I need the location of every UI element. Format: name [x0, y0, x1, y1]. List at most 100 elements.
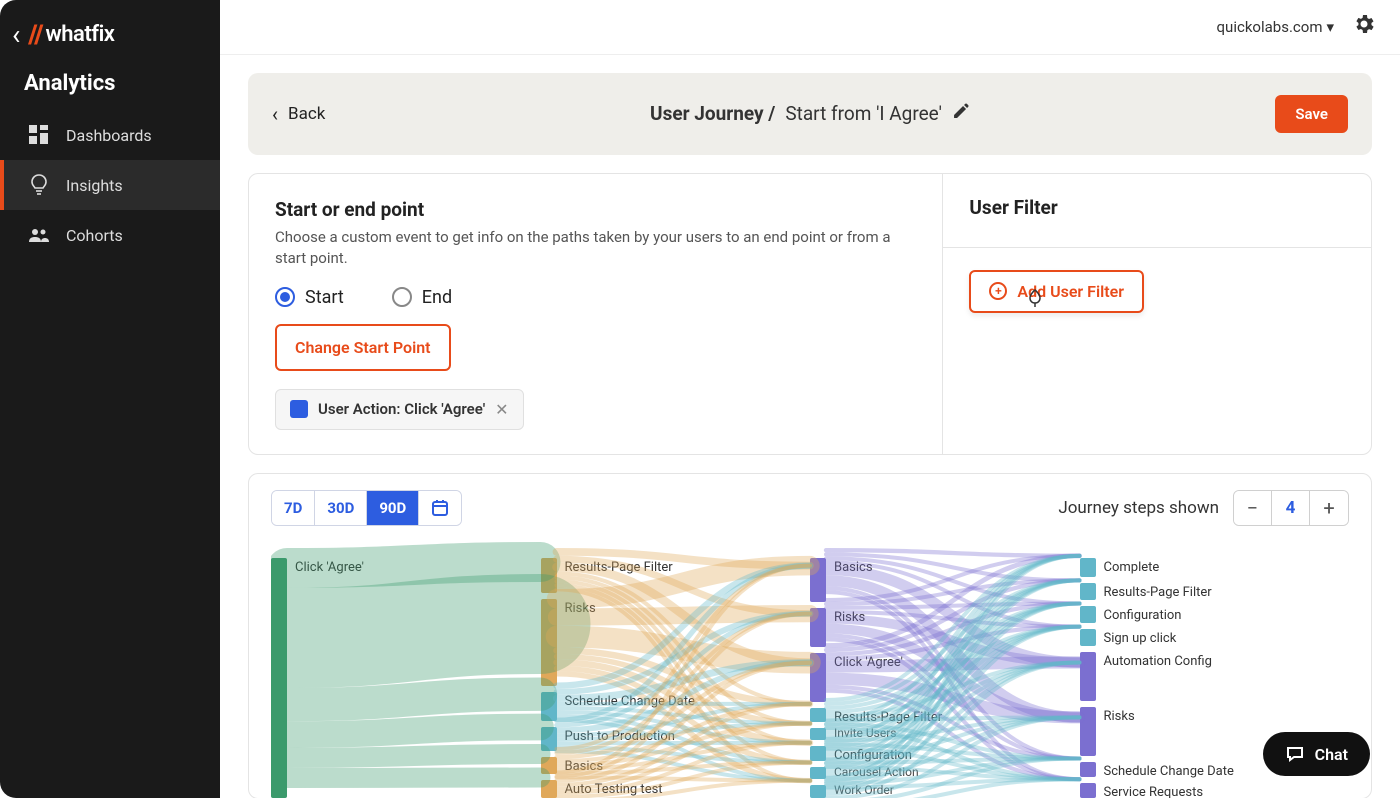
- plus-circle-icon: +: [989, 282, 1007, 300]
- logo-mark-icon: //: [28, 20, 43, 50]
- sankey-node-label: Complete: [1104, 560, 1160, 575]
- start-end-title: Start or end point: [275, 198, 916, 221]
- sankey-node[interactable]: [1080, 762, 1096, 777]
- sidebar-header: ‹ // whatfix: [0, 0, 220, 71]
- sankey-node-label: Schedule Change Date: [565, 694, 695, 709]
- range-30d[interactable]: 30D: [315, 491, 367, 525]
- page-header: ‹ Back User Journey / Start from 'I Agre…: [248, 73, 1372, 155]
- sankey-node-label: Schedule Change Date: [1104, 764, 1234, 779]
- sankey-node[interactable]: [541, 692, 557, 721]
- sidebar-item-insights[interactable]: Insights: [0, 160, 220, 210]
- sankey-node-label: Push to Production: [565, 729, 675, 744]
- add-user-filter-button[interactable]: + Add User Filter: [969, 270, 1144, 313]
- sankey-node-label: Configuration: [1104, 608, 1182, 623]
- content: ‹ Back User Journey / Start from 'I Agre…: [220, 55, 1400, 798]
- sankey-node[interactable]: [1080, 652, 1096, 701]
- sankey-node[interactable]: [541, 757, 557, 775]
- range-7d[interactable]: 7D: [272, 491, 315, 525]
- sankey-node[interactable]: [810, 728, 826, 740]
- event-chip[interactable]: User Action: Click 'Agree' ✕: [275, 389, 524, 430]
- steps-stepper: − 4 +: [1233, 490, 1349, 526]
- domain-selector[interactable]: quickolabs.com ▾: [1217, 18, 1334, 36]
- sankey-column: Click 'Agree': [271, 548, 541, 798]
- sankey-column: BasicsRisksClick 'Agree'Results-Page Fil…: [810, 548, 1080, 798]
- sankey-node[interactable]: [541, 780, 557, 798]
- sankey-node[interactable]: [810, 558, 826, 602]
- config-row: Start or end point Choose a custom event…: [248, 173, 1372, 455]
- sankey-node[interactable]: [810, 746, 826, 761]
- start-end-panel: Start or end point Choose a custom event…: [249, 174, 943, 454]
- main: quickolabs.com ▾ ‹ Back User Journey / S…: [220, 0, 1400, 798]
- steps-decrement[interactable]: −: [1234, 491, 1272, 525]
- user-filter-body: + Add User Filter: [943, 248, 1371, 454]
- domain-label: quickolabs.com: [1217, 18, 1323, 36]
- chevron-left-icon: ‹: [272, 102, 278, 126]
- chat-widget[interactable]: Chat: [1263, 732, 1370, 776]
- cursor-icon: [1027, 288, 1043, 312]
- steps-label: Journey steps shown: [1058, 498, 1219, 518]
- sankey-chart: Click 'Agree' Results-Page Filter Risks Sch…: [271, 538, 1349, 798]
- user-filter-panel: User Filter + Add User Filter: [943, 174, 1371, 454]
- topbar: quickolabs.com ▾: [220, 0, 1400, 55]
- breadcrumb-root: User Journey /: [650, 102, 775, 125]
- sankey-node[interactable]: [1080, 583, 1096, 600]
- sankey-node-label: Automation Config: [1104, 654, 1212, 669]
- range-calendar[interactable]: [419, 491, 461, 525]
- sankey-node-label: Carousel Action: [834, 765, 919, 779]
- radio-end-label: End: [422, 287, 452, 308]
- sankey-node-label: Results-Page Filter: [1104, 585, 1212, 600]
- sankey-node[interactable]: [810, 767, 826, 779]
- sankey-node[interactable]: [541, 727, 557, 750]
- sidebar-section-title: Analytics: [0, 71, 220, 110]
- sankey-node-label: Auto Testing test: [565, 782, 663, 797]
- radio-start[interactable]: Start: [275, 287, 344, 308]
- chip-close-icon[interactable]: ✕: [495, 400, 508, 419]
- sankey-node[interactable]: [541, 599, 557, 687]
- steps-wrap: Journey steps shown − 4 +: [1058, 490, 1349, 526]
- sankey-node[interactable]: [1080, 707, 1096, 756]
- sankey-node-label: Risks: [565, 601, 596, 616]
- caret-down-icon: ▾: [1326, 18, 1334, 36]
- radio-start-label: Start: [305, 287, 344, 308]
- back-link[interactable]: ‹ Back: [272, 102, 325, 126]
- event-chip-icon: [290, 400, 308, 418]
- sankey-node-label: Click 'Agree': [834, 655, 903, 670]
- settings-gear-icon[interactable]: [1352, 12, 1376, 42]
- sankey-node-label: Invite Users: [834, 726, 896, 740]
- chat-label: Chat: [1315, 745, 1348, 764]
- sankey-node-label: Risks: [834, 610, 865, 625]
- sankey-node[interactable]: [810, 608, 826, 647]
- sankey-node[interactable]: [1080, 629, 1096, 646]
- sankey-node[interactable]: [810, 708, 826, 723]
- breadcrumb-title: Start from 'I Agree': [785, 102, 942, 125]
- sankey-node-label: Work Order: [834, 783, 894, 797]
- edit-icon[interactable]: [952, 102, 970, 125]
- sidebar-item-dashboards[interactable]: Dashboards: [0, 110, 220, 160]
- save-button[interactable]: Save: [1275, 95, 1348, 133]
- sankey-node-label: Click 'Agree': [295, 560, 364, 575]
- change-start-button[interactable]: Change Start Point: [275, 324, 451, 371]
- calendar-icon: [431, 499, 449, 517]
- back-label: Back: [288, 104, 325, 124]
- radio-end[interactable]: End: [392, 287, 452, 308]
- journey-panel: 7D 30D 90D Journey steps shown − 4 +: [248, 473, 1372, 798]
- sidebar-item-cohorts[interactable]: Cohorts: [0, 210, 220, 260]
- sidebar: ‹ // whatfix Analytics Dashboards Insigh…: [0, 0, 220, 798]
- back-chevron-icon[interactable]: ‹: [12, 18, 20, 51]
- date-range-segment: 7D 30D 90D: [271, 490, 462, 526]
- sankey-node[interactable]: [1080, 558, 1096, 578]
- steps-value: 4: [1272, 491, 1310, 525]
- sankey-node-label: Basics: [565, 759, 604, 774]
- lightbulb-icon: [28, 174, 50, 196]
- breadcrumb: User Journey / Start from 'I Agree': [650, 102, 970, 125]
- sankey-node[interactable]: [541, 558, 557, 593]
- sankey-node[interactable]: [271, 558, 287, 798]
- sankey-node[interactable]: [1080, 783, 1096, 798]
- range-90d[interactable]: 90D: [367, 491, 419, 525]
- brand-logo[interactable]: // whatfix: [28, 20, 114, 50]
- sankey-node[interactable]: [810, 785, 826, 797]
- sankey-node[interactable]: [1080, 606, 1096, 623]
- sidebar-item-label: Dashboards: [66, 126, 152, 145]
- steps-increment[interactable]: +: [1310, 491, 1348, 525]
- sankey-node[interactable]: [810, 653, 826, 702]
